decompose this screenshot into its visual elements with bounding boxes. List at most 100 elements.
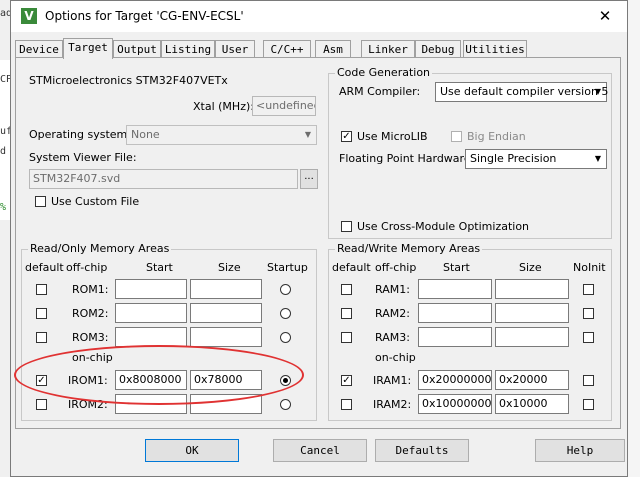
ram2-default-checkbox[interactable] [341, 308, 352, 319]
arm-compiler-label: ARM Compiler: [339, 85, 421, 98]
ram3-label: RAM3: [375, 331, 410, 344]
rom2-start-field[interactable] [115, 303, 187, 323]
iram2-noinit-checkbox[interactable] [583, 399, 594, 410]
tab-utilities[interactable]: Utilities [463, 40, 527, 58]
iram1-start-field[interactable]: 0x20000000 [418, 370, 492, 390]
arm-compiler-select[interactable]: Use default compiler version 5 ▼ [435, 82, 609, 102]
iram2-start-field[interactable]: 0x10000000 [418, 394, 492, 414]
rom1-size-field[interactable] [190, 279, 262, 299]
tab-asm[interactable]: Asm [315, 40, 351, 58]
tab-output[interactable]: Output [113, 40, 161, 58]
custom-file-checkbox[interactable] [35, 196, 46, 207]
chevron-down-icon: ▼ [594, 87, 602, 96]
ram3-start-field[interactable] [418, 327, 492, 347]
options-dialog: V Options for Target 'CG-ENV-ECSL' ✕ Dev… [10, 0, 628, 477]
read-write-memory-group: Read/Write Memory Areas default off-chip… [328, 242, 612, 421]
iram1-size-field[interactable]: 0x20000 [495, 370, 569, 390]
rom2-startup-radio[interactable] [280, 308, 291, 319]
ro-header-default: default [25, 261, 64, 274]
iram1-noinit-checkbox[interactable] [583, 375, 594, 386]
ram2-noinit-checkbox[interactable] [583, 308, 594, 319]
tab-user[interactable]: User [215, 40, 255, 58]
iram1-label: IRAM1: [373, 374, 412, 387]
rom3-start-field[interactable] [115, 327, 187, 347]
rom2-label: ROM2: [72, 307, 109, 320]
rom2-size-field[interactable] [190, 303, 262, 323]
tab-target[interactable]: Target [63, 38, 113, 59]
big-endian-checkbox[interactable] [451, 131, 462, 142]
tab-linker[interactable]: Linker [361, 40, 415, 58]
ro-header-offchip: off-chip [66, 261, 108, 274]
iram2-default-checkbox[interactable] [341, 399, 352, 410]
arm-compiler-value: Use default compiler version 5 [440, 85, 609, 98]
irom1-size-field[interactable]: 0x78000 [190, 370, 262, 390]
ram2-start-field[interactable] [418, 303, 492, 323]
defaults-button[interactable]: Defaults [375, 439, 469, 462]
code-generation-title: Code Generation [335, 66, 433, 79]
keil-app-icon: V [21, 8, 37, 24]
ram1-size-field[interactable] [495, 279, 569, 299]
cross-module-checkbox[interactable] [341, 221, 352, 232]
xtal-label: Xtal (MHz): [193, 100, 254, 113]
chevron-down-icon: ▼ [304, 130, 312, 139]
microlib-label: Use MicroLIB [357, 130, 428, 143]
ram2-size-field[interactable] [495, 303, 569, 323]
rom3-size-field[interactable] [190, 327, 262, 347]
irom2-label: IROM2: [68, 398, 108, 411]
rw-onchip-label: on-chip [375, 351, 416, 364]
fp-hardware-value: Single Precision [470, 152, 557, 165]
microlib-checkbox[interactable]: ✓ [341, 131, 352, 142]
xtal-field[interactable]: <undefined> [252, 96, 316, 116]
irom2-startup-radio[interactable] [280, 399, 291, 410]
ram3-noinit-checkbox[interactable] [583, 332, 594, 343]
custom-file-label: Use Custom File [51, 195, 140, 208]
background-window-edge [628, 0, 640, 477]
rw-header-offchip: off-chip [375, 261, 417, 274]
bg-text: % [0, 202, 7, 213]
irom1-default-checkbox[interactable]: ✓ [36, 375, 47, 386]
rom1-start-field[interactable] [115, 279, 187, 299]
svf-field[interactable]: STM32F407.svd [29, 169, 298, 189]
ram3-default-checkbox[interactable] [341, 332, 352, 343]
rw-header-default: default [332, 261, 371, 274]
iram2-size-field[interactable]: 0x10000 [495, 394, 569, 414]
ram3-size-field[interactable] [495, 327, 569, 347]
rw-header-noinit: NoInit [573, 261, 606, 274]
browse-button[interactable]: ... [300, 169, 318, 189]
ram1-start-field[interactable] [418, 279, 492, 299]
ram1-noinit-checkbox[interactable] [583, 284, 594, 295]
os-label: Operating system: [29, 128, 131, 141]
ram1-default-checkbox[interactable] [341, 284, 352, 295]
rom2-default-checkbox[interactable] [36, 308, 47, 319]
cancel-button[interactable]: Cancel [273, 439, 367, 462]
help-button[interactable]: Help [535, 439, 625, 462]
irom1-start-field[interactable]: 0x8008000 [115, 370, 187, 390]
irom1-startup-radio[interactable] [280, 375, 291, 386]
tab-c-cpp[interactable]: C/C++ [263, 40, 311, 58]
ro-header-size: Size [218, 261, 241, 274]
rom3-label: ROM3: [72, 331, 109, 344]
ro-header-startup: Startup [267, 261, 308, 274]
iram1-default-checkbox[interactable]: ✓ [341, 375, 352, 386]
tab-listing[interactable]: Listing [161, 40, 215, 58]
big-endian-label: Big Endian [467, 130, 526, 143]
irom2-size-field[interactable] [190, 394, 262, 414]
device-name: STMicroelectronics STM32F407VETx [29, 74, 228, 87]
tab-device[interactable]: Device [15, 40, 63, 58]
ram1-label: RAM1: [375, 283, 410, 296]
ro-onchip-label: on-chip [72, 351, 113, 364]
rom1-default-checkbox[interactable] [36, 284, 47, 295]
rom1-startup-radio[interactable] [280, 284, 291, 295]
ok-button[interactable]: OK [145, 439, 239, 462]
tab-debug[interactable]: Debug [415, 40, 461, 58]
os-select[interactable]: None ▼ [126, 125, 317, 145]
dialog-title: Options for Target 'CG-ENV-ECSL' [45, 9, 244, 23]
rom3-default-checkbox[interactable] [36, 332, 47, 343]
read-only-memory-group: Read/Only Memory Areas default off-chip … [21, 242, 317, 421]
fp-hardware-select[interactable]: Single Precision ▼ [465, 149, 607, 169]
rom3-startup-radio[interactable] [280, 332, 291, 343]
close-icon[interactable]: ✕ [585, 4, 625, 29]
irom2-default-checkbox[interactable] [36, 399, 47, 410]
title-bar: V Options for Target 'CG-ENV-ECSL' ✕ [11, 1, 627, 32]
irom2-start-field[interactable] [115, 394, 187, 414]
